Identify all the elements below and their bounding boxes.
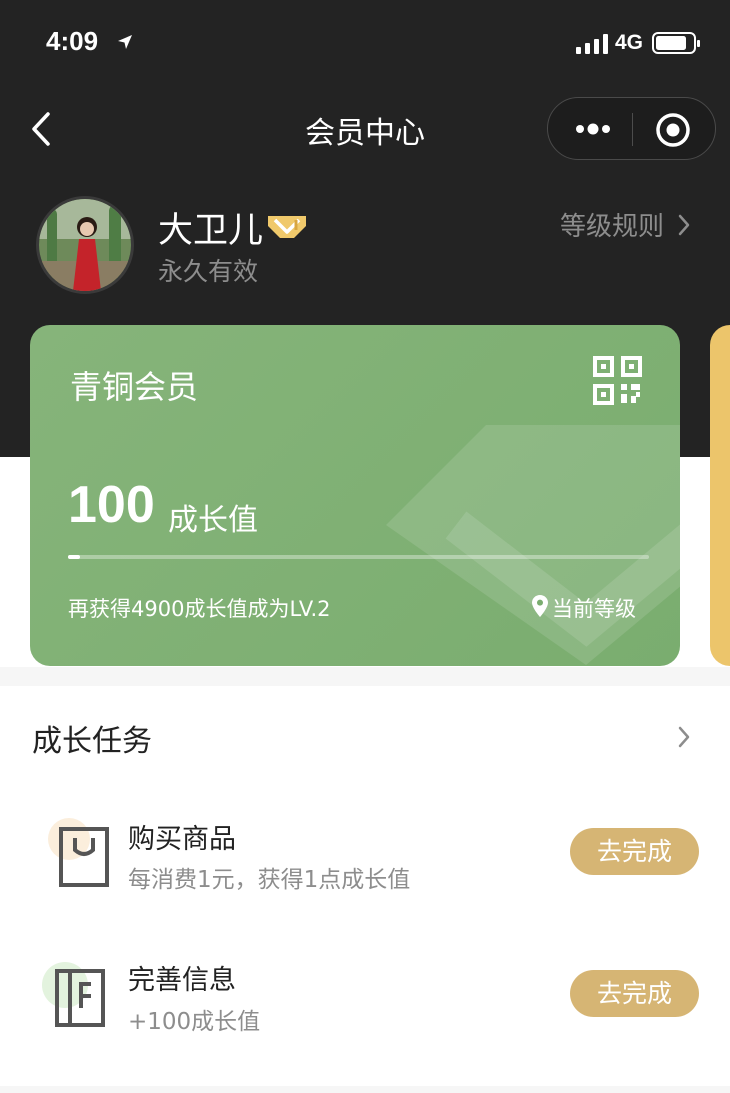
growth-progress-fill (68, 555, 80, 559)
task-name: 购买商品 (128, 824, 236, 855)
location-pin-icon (532, 595, 548, 617)
next-level-tip: 再获得4900成长值成为LV.2 (68, 597, 331, 621)
card-level-name: 青铜会员 (70, 368, 199, 406)
close-target-icon[interactable] (655, 112, 691, 148)
tasks-title: 成长任务 (32, 724, 152, 759)
network-type: 4G (615, 31, 644, 54)
growth-value: 100 (68, 476, 155, 534)
growth-unit: 成长值 (168, 503, 258, 538)
signal-bars-icon (576, 34, 608, 54)
user-name: 大卫儿 (158, 211, 264, 251)
growth-tasks-section: 成长任务 购买商品 每消费1元，获得1点成长值 去完成 完善信息 +100成长值… (0, 686, 730, 1086)
growth-progress-bar (68, 555, 649, 559)
membership-validity: 永久有效 (158, 257, 259, 286)
location-arrow-icon (118, 35, 132, 49)
qr-code-icon[interactable] (593, 356, 642, 405)
chevron-right-icon[interactable] (676, 212, 692, 238)
next-level-card[interactable] (710, 325, 730, 666)
current-level-label: 当前等级 (552, 597, 636, 621)
complete-task-button[interactable]: 去完成 (570, 970, 699, 1017)
mini-program-capsule (547, 97, 716, 160)
card-watermark-icon (386, 425, 680, 665)
level-rules-link[interactable]: 等级规则 (560, 206, 664, 243)
vip-badge-icon (268, 216, 306, 238)
complete-task-button[interactable]: 去完成 (570, 828, 699, 875)
task-name: 完善信息 (128, 965, 236, 996)
shopping-bag-icon (59, 827, 109, 887)
battery-icon (652, 32, 700, 54)
more-dots-icon[interactable] (575, 120, 611, 138)
status-time: 4:09 (46, 26, 99, 56)
membership-card[interactable]: 青铜会员 100 成长值 再获得4900成长值成为LV.2 当前等级 (30, 325, 680, 666)
avatar[interactable] (36, 196, 134, 294)
task-description: +100成长值 (128, 1009, 261, 1035)
chevron-right-icon[interactable] (676, 724, 692, 750)
capsule-divider (632, 113, 633, 146)
avatar-photo (39, 199, 131, 291)
profile-form-icon (55, 969, 105, 1027)
task-description: 每消费1元，获得1点成长值 (128, 867, 411, 893)
